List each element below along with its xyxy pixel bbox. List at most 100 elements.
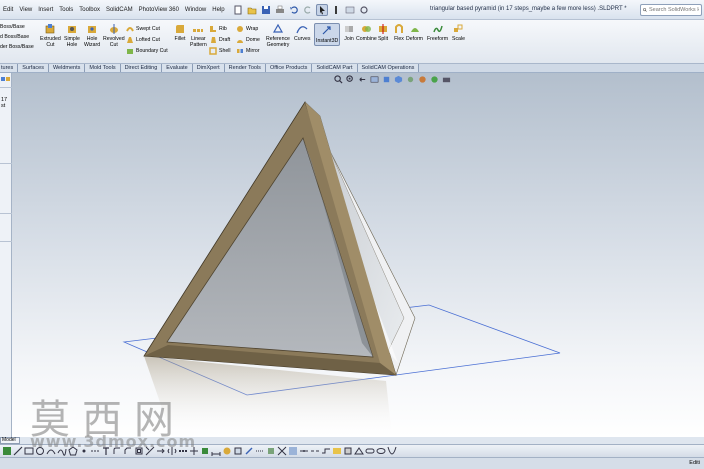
mirror-entities-icon[interactable]: [167, 446, 177, 456]
draft-button[interactable]: Draft: [209, 35, 230, 45]
curves-button[interactable]: Curves: [294, 23, 310, 42]
save-icon[interactable]: [260, 4, 272, 16]
new-document-icon[interactable]: [232, 4, 244, 16]
boss-base-item[interactable]: Boss/Base: [0, 22, 36, 32]
combine-button[interactable]: Combine: [356, 23, 377, 42]
file-properties-icon[interactable]: [344, 4, 356, 16]
fillet-button[interactable]: Fillet: [174, 23, 186, 42]
tab-features[interactable]: tures: [0, 64, 19, 72]
tab-solidcam-part[interactable]: SolidCAM Part: [312, 64, 358, 72]
sketch-icon[interactable]: [2, 446, 12, 456]
print-icon[interactable]: [274, 4, 286, 16]
deform-button[interactable]: Deform: [406, 23, 423, 42]
hole-wizard-button[interactable]: Hole Wizard: [84, 23, 100, 48]
extend-icon[interactable]: [156, 446, 166, 456]
menu-photoview[interactable]: PhotoView 360: [136, 7, 182, 13]
tab-surfaces[interactable]: Surfaces: [18, 64, 49, 72]
rebuild-icon[interactable]: [330, 4, 342, 16]
face-curves-icon[interactable]: [288, 446, 298, 456]
convert-entities-icon[interactable]: [266, 446, 276, 456]
model-tab[interactable]: Model: [0, 437, 20, 444]
polygon-icon[interactable]: [68, 446, 78, 456]
swept-cut-button[interactable]: Swept Cut: [126, 24, 160, 34]
search-input[interactable]: [649, 7, 699, 13]
mirror-button[interactable]: Mirror: [236, 46, 260, 56]
construction-geometry-icon[interactable]: [255, 446, 265, 456]
tab-solidcam-operations[interactable]: SolidCAM Operations: [357, 64, 420, 72]
options-icon[interactable]: [358, 4, 370, 16]
revolved-cut-button[interactable]: Revolved Cut: [103, 23, 125, 48]
spline-icon[interactable]: [57, 446, 67, 456]
wrap-button[interactable]: Wrap: [236, 24, 258, 34]
graphics-area[interactable]: [12, 73, 704, 437]
intersection-curve-icon[interactable]: [277, 446, 287, 456]
dome-button[interactable]: Dome: [236, 35, 260, 45]
move-entities-icon[interactable]: [189, 446, 199, 456]
simple-hole-button[interactable]: Simple Hole: [64, 23, 80, 48]
tab-mold-tools[interactable]: Mold Tools: [85, 64, 121, 72]
blocks-icon[interactable]: [343, 446, 353, 456]
smart-dimension-icon[interactable]: [211, 446, 221, 456]
tab-evaluate[interactable]: Evaluate: [162, 64, 193, 72]
feature-manager-panel[interactable]: 17 st: [0, 73, 12, 437]
arc-icon[interactable]: [46, 446, 56, 456]
tab-direct-editing[interactable]: Direct Editing: [120, 64, 163, 72]
split-button[interactable]: Split: [377, 23, 389, 42]
select-arrow-icon[interactable]: [315, 3, 328, 16]
tab-render-tools[interactable]: Render Tools: [224, 64, 266, 72]
centerline-icon[interactable]: [90, 446, 100, 456]
join-button[interactable]: Join: [343, 23, 355, 42]
shell-button[interactable]: Shell: [209, 46, 231, 56]
offset-icon[interactable]: [134, 446, 144, 456]
circle-icon[interactable]: [35, 446, 45, 456]
menu-window[interactable]: Window: [182, 7, 209, 13]
menu-edit[interactable]: Edit: [0, 7, 16, 13]
tab-office-products[interactable]: Office Products: [265, 64, 313, 72]
relations-icon[interactable]: [200, 446, 210, 456]
boss-base-item[interactable]: d Boss/Base: [0, 32, 36, 42]
freeform-button[interactable]: Freeform: [427, 23, 448, 42]
menu-toolbox[interactable]: Toolbox: [76, 7, 103, 13]
text-icon[interactable]: [101, 446, 111, 456]
split-entities-icon[interactable]: [310, 446, 320, 456]
redo-icon[interactable]: [302, 4, 314, 16]
reference-geometry-button[interactable]: Reference Geometry: [266, 23, 290, 48]
trim-icon[interactable]: [145, 446, 155, 456]
rapid-sketch-icon[interactable]: [244, 446, 254, 456]
open-folder-icon[interactable]: [246, 4, 258, 16]
tab-weldments[interactable]: Weldments: [48, 64, 86, 72]
rib-button[interactable]: Rib: [209, 24, 227, 34]
chamfer-icon[interactable]: [123, 446, 133, 456]
sketch-picture-icon[interactable]: [332, 446, 342, 456]
point-icon[interactable]: [79, 446, 89, 456]
ellipse-icon[interactable]: [376, 446, 386, 456]
rectangle-icon[interactable]: [24, 446, 34, 456]
jog-line-icon[interactable]: [321, 446, 331, 456]
undo-icon[interactable]: [288, 4, 300, 16]
boundary-cut-button[interactable]: Boundary Cut: [126, 46, 168, 56]
search-box[interactable]: [640, 4, 702, 16]
pattern-icon[interactable]: [178, 446, 188, 456]
scale-button[interactable]: Scale: [452, 23, 465, 42]
extruded-cut-button[interactable]: Extruded Cut: [40, 23, 61, 48]
parabola-icon[interactable]: [387, 446, 397, 456]
tab-dimxpert[interactable]: DimXpert: [192, 64, 225, 72]
boss-base-item[interactable]: der Boss/Base: [0, 42, 36, 52]
repair-sketch-icon[interactable]: [222, 446, 232, 456]
slot-icon[interactable]: [365, 446, 375, 456]
feature-tree-icon[interactable]: [1, 76, 11, 84]
fillet-sketch-icon[interactable]: [112, 446, 122, 456]
flex-button[interactable]: Flex: [393, 23, 405, 42]
segment-icon[interactable]: [299, 446, 309, 456]
menu-help[interactable]: Help: [209, 7, 227, 13]
instant3d-button[interactable]: Instant3D: [314, 23, 341, 46]
lofted-cut-button[interactable]: Lofted Cut: [126, 35, 160, 45]
quick-snaps-icon[interactable]: [233, 446, 243, 456]
feature-tree-item[interactable]: 17 st: [1, 97, 11, 109]
menu-view[interactable]: View: [16, 7, 35, 13]
menu-insert[interactable]: Insert: [35, 7, 56, 13]
line-icon[interactable]: [13, 446, 23, 456]
linear-pattern-button[interactable]: Linear Pattern: [190, 23, 207, 48]
3d-sketch-icon[interactable]: [354, 446, 364, 456]
menu-tools[interactable]: Tools: [56, 7, 76, 13]
